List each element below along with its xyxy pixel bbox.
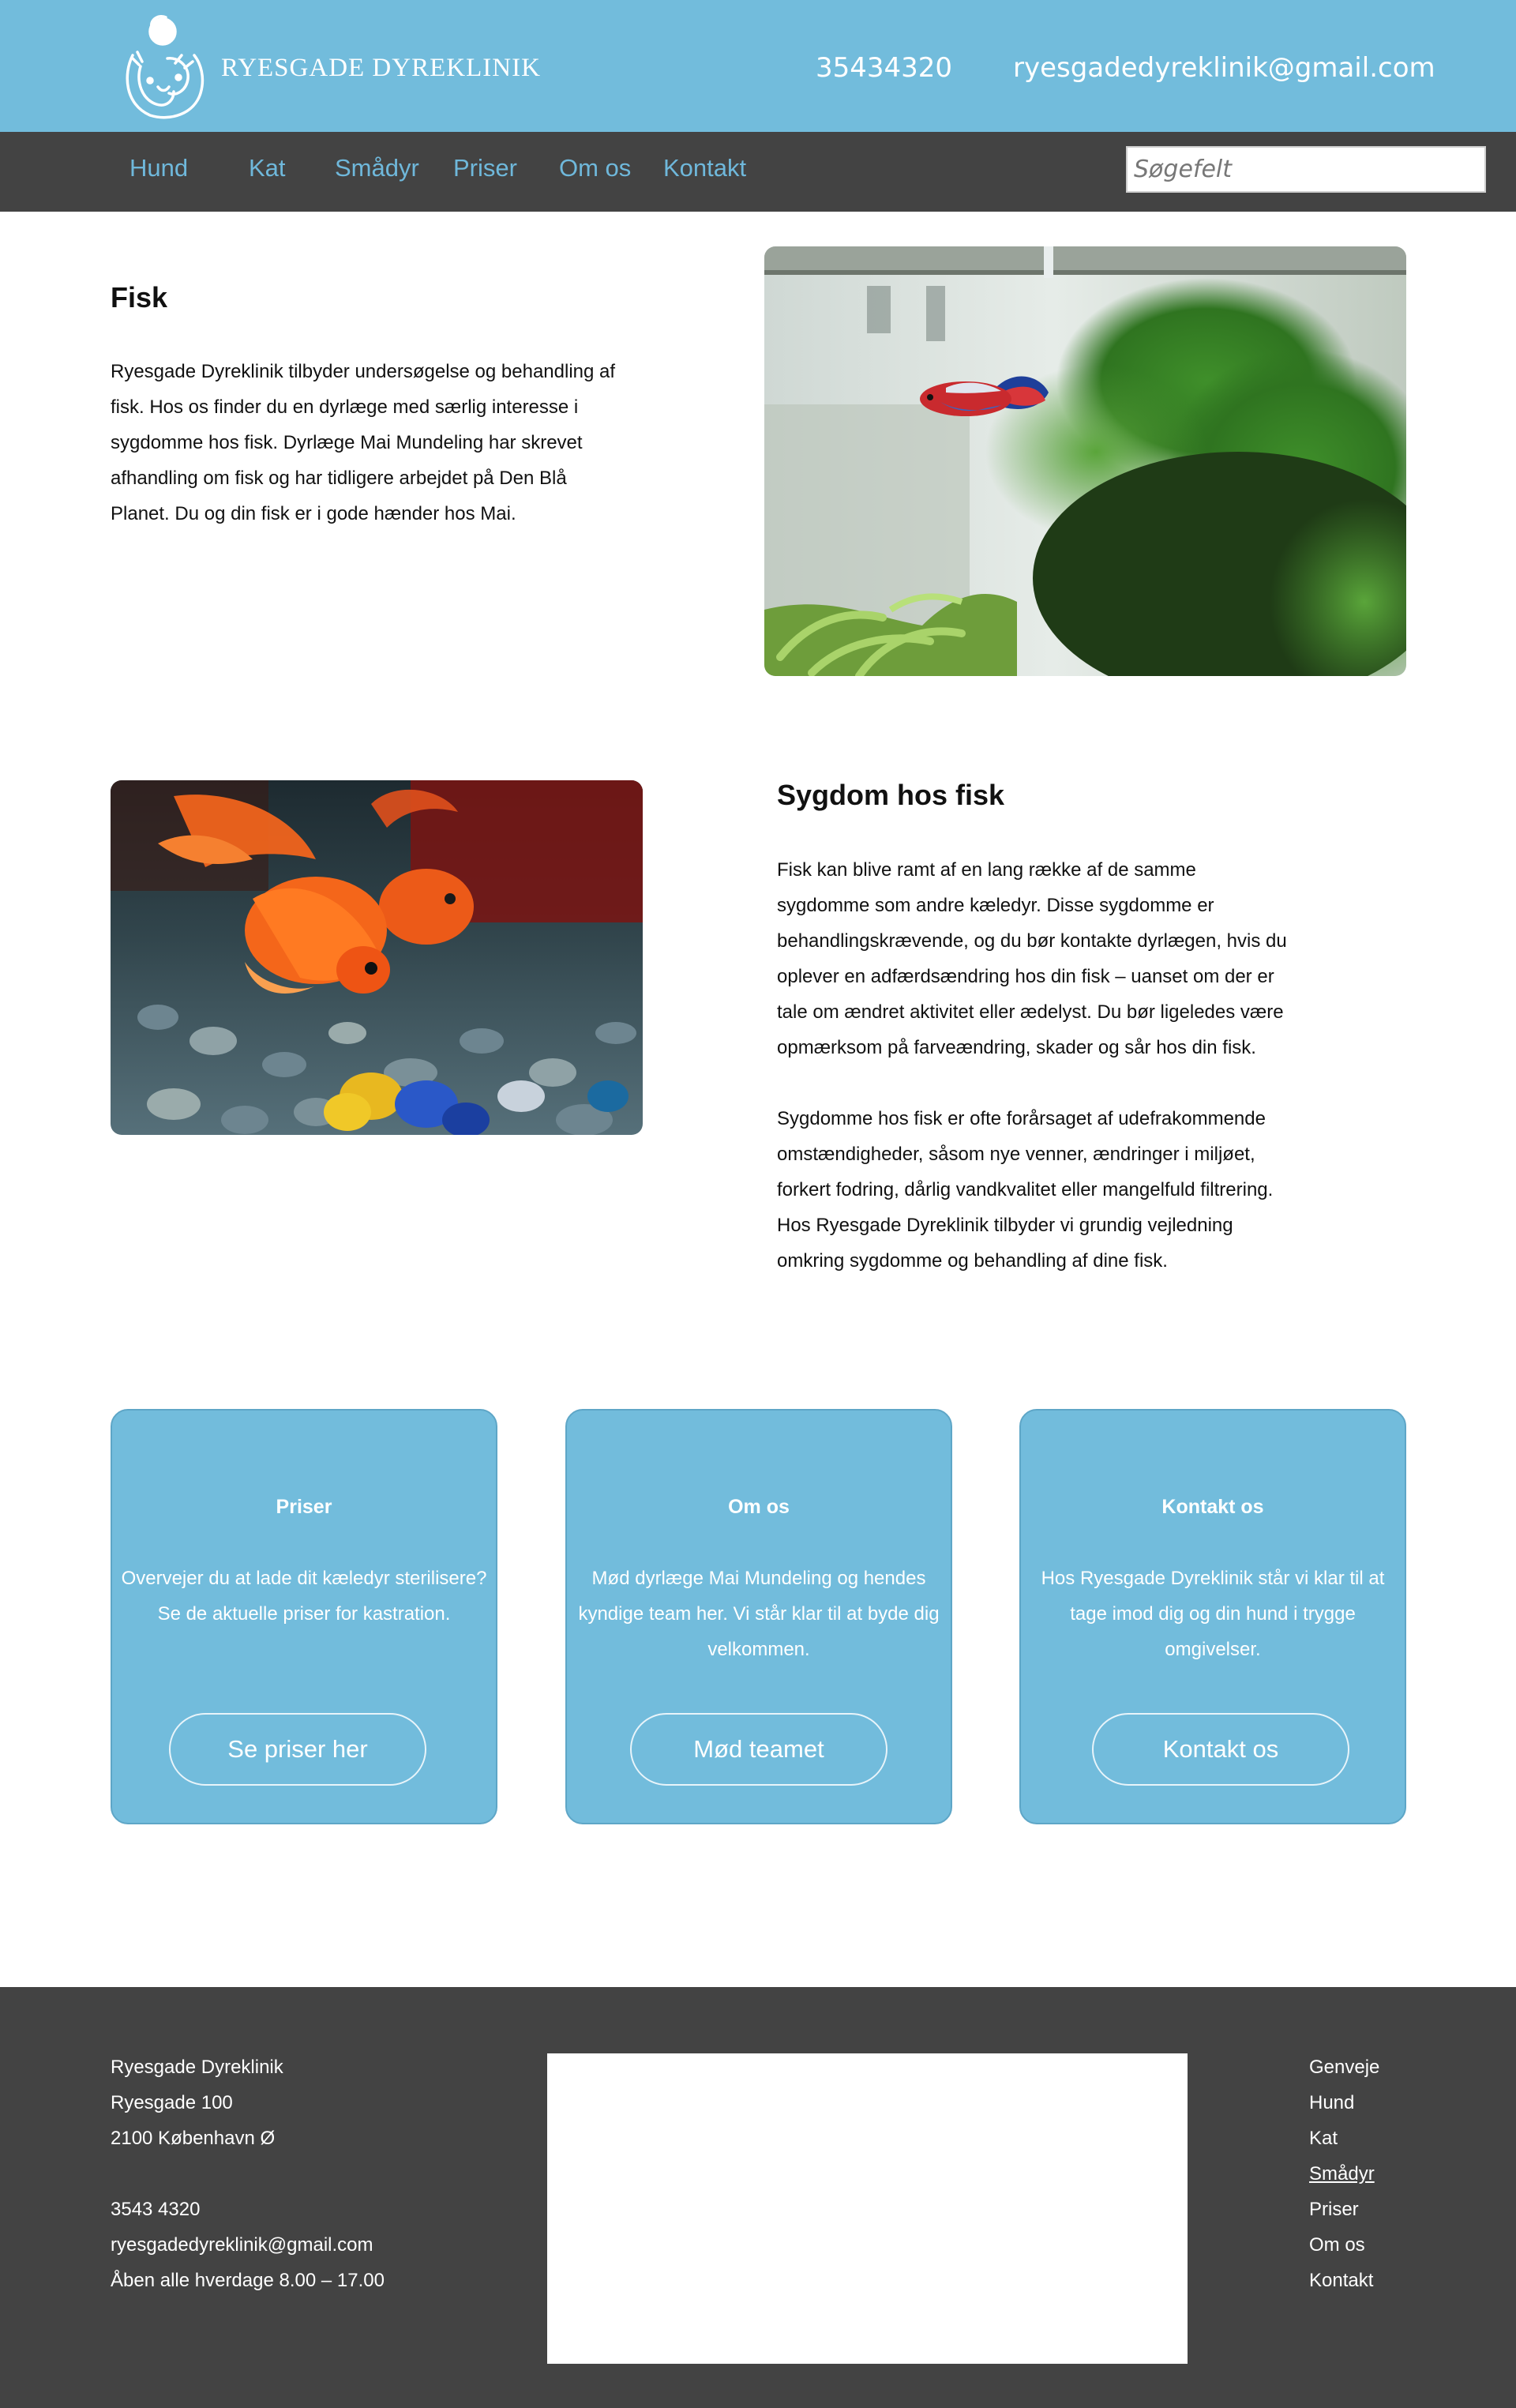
section-heading-fisk: Fisk	[111, 281, 168, 314]
text-line: omgivelser.	[1165, 1639, 1261, 1660]
text-line: tale om ændret aktivitet eller ædelyst. …	[777, 1001, 1284, 1023]
top-bar: RYESGADE DYREKLINIK 35434320 ryesgadedyr…	[0, 0, 1516, 132]
meet-team-button[interactable]: Mød teamet	[630, 1713, 887, 1786]
card-kontakt: Kontakt os Hos Ryesgade Dyreklinik står …	[1019, 1409, 1406, 1824]
footer-clinic-name: Ryesgade Dyreklinik	[111, 2057, 283, 2078]
text-line: sygdomme hos fisk. Dyrlæge Mai Mundeling…	[111, 432, 583, 453]
sygdom-text-2: Sygdomme hos fisk er ofte forårsaget af …	[777, 1101, 1377, 1279]
text-line: Overvejer du at lade dit kæledyr sterili…	[121, 1568, 487, 1589]
footer-address: Ryesgade Dyreklinik Ryesgade 100 2100 Kø…	[111, 2049, 385, 2298]
footer-email[interactable]: ryesgadedyreklinik@gmail.com	[111, 2227, 385, 2263]
clinic-logo[interactable]: RYESGADE DYREKLINIK	[118, 11, 541, 120]
text-line: Mød dyrlæge Mai Mundeling og hendes	[591, 1568, 926, 1589]
fisk-intro-text: Ryesgade Dyreklinik tilbyder undersøgels…	[111, 354, 663, 532]
footer-link-kontakt[interactable]: Kontakt	[1309, 2263, 1379, 2298]
text-line: Hos Ryesgade Dyreklinik står vi klar til…	[1041, 1568, 1385, 1589]
footer-links: Genveje Hund Kat Smådyr Priser Om os Kon…	[1309, 2049, 1379, 2298]
section-heading-sygdom: Sygdom hos fisk	[777, 779, 1005, 811]
sygdom-text-1: Fisk kan blive ramt af en lang række af …	[777, 852, 1377, 1065]
text-line: Se de aktuelle priser for kastration.	[157, 1603, 451, 1625]
text-line: Hos Ryesgade Dyreklinik tilbyder vi grun…	[777, 1215, 1233, 1236]
footer-city: 2100 København Ø	[111, 2128, 276, 2149]
card-text: Overvejer du at lade dit kæledyr sterili…	[112, 1561, 496, 1632]
contact-us-button[interactable]: Kontakt os	[1092, 1713, 1349, 1786]
text-line: fisk. Hos os finder du en dyrlæge med sæ…	[111, 396, 579, 418]
header-email[interactable]: ryesgadedyreklinik@gmail.com	[1013, 52, 1435, 84]
text-line: oplever en adfærdsændring hos din fisk –…	[777, 966, 1274, 987]
footer-link-smaadyr[interactable]: Smådyr	[1309, 2156, 1379, 2192]
card-priser: Priser Overvejer du at lade dit kæledyr …	[111, 1409, 497, 1824]
footer-link-kat[interactable]: Kat	[1309, 2121, 1379, 2156]
footer: Ryesgade Dyreklinik Ryesgade 100 2100 Kø…	[0, 1987, 1516, 2408]
text-line: sygdomme som andre kæledyr. Disse sygdom…	[777, 895, 1214, 916]
card-title: Priser	[276, 1496, 332, 1518]
text-line: Planet. Du og din fisk er i gode hænder …	[111, 503, 516, 524]
card-om-os: Om os Mød dyrlæge Mai Mundeling og hende…	[565, 1409, 952, 1824]
footer-street: Ryesgade 100	[111, 2092, 233, 2113]
logo-text: RYESGADE DYREKLINIK	[221, 53, 541, 82]
nav-item-om-os[interactable]: Om os	[559, 154, 631, 182]
card-title: Kontakt os	[1161, 1496, 1264, 1518]
nav-item-kontakt[interactable]: Kontakt	[663, 154, 746, 182]
betta-fish-photo	[764, 246, 1406, 676]
header-phone[interactable]: 35434320	[816, 52, 952, 84]
text-line: Ryesgade Dyreklinik tilbyder undersøgels…	[111, 361, 616, 382]
map-embed[interactable]	[547, 2053, 1188, 2364]
pets-logo-icon	[126, 15, 205, 119]
footer-links-title: Genveje	[1309, 2057, 1380, 2078]
text-line: behandlingskrævende, og du bør kontakte …	[777, 930, 1287, 952]
text-line: opmærksom på farveændring, skader og sår…	[777, 1037, 1256, 1058]
footer-hours: Åben alle hverdage 8.00 – 17.00	[111, 2270, 385, 2291]
nav-item-hund[interactable]: Hund	[129, 154, 188, 182]
nav-item-smaadyr[interactable]: Smådyr	[335, 154, 419, 182]
card-text: Mød dyrlæge Mai Mundeling og hendes kynd…	[567, 1561, 951, 1667]
text-line: tage imod dig og din hund i trygge	[1070, 1603, 1356, 1625]
text-line: forkert fodring, dårlig vandkvalitet ell…	[777, 1179, 1274, 1200]
text-line: Fisk kan blive ramt af en lang række af …	[777, 859, 1196, 881]
goldfish-photo	[111, 780, 643, 1135]
text-line: afhandling om fisk og har tidligere arbe…	[111, 468, 567, 489]
main-nav: Hund Kat Smådyr Priser Om os Kontakt	[0, 132, 1516, 212]
nav-item-priser[interactable]: Priser	[453, 154, 517, 182]
see-prices-button[interactable]: Se priser her	[169, 1713, 426, 1786]
text-line: omstændigheder, såsom nye venner, ændrin…	[777, 1144, 1255, 1165]
card-text: Hos Ryesgade Dyreklinik står vi klar til…	[1021, 1561, 1405, 1667]
footer-link-om-os[interactable]: Om os	[1309, 2227, 1379, 2263]
footer-phone[interactable]: 3543 4320	[111, 2192, 385, 2227]
search-input[interactable]	[1126, 146, 1486, 193]
text-line: Sygdomme hos fisk er ofte forårsaget af …	[777, 1108, 1266, 1129]
footer-link-hund[interactable]: Hund	[1309, 2085, 1379, 2121]
nav-item-kat[interactable]: Kat	[249, 154, 286, 182]
card-title: Om os	[728, 1496, 790, 1518]
text-line: velkommen.	[707, 1639, 810, 1660]
text-line: omkring sygdomme og behandling af dine f…	[777, 1250, 1168, 1272]
footer-link-priser[interactable]: Priser	[1309, 2192, 1379, 2227]
text-line: kyndige team her. Vi står klar til at by…	[578, 1603, 940, 1625]
